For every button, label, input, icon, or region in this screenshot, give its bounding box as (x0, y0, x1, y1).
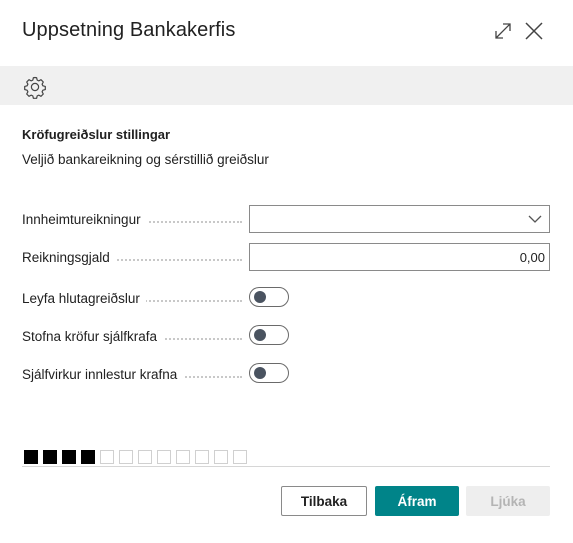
field-label: Reikningsgjald (22, 250, 242, 265)
progress-step (24, 450, 38, 464)
section-subtitle: Veljið bankareikning og sérstillið greið… (22, 152, 269, 167)
field-auto-create-claims: Stofna kröfur sjálfkrafa (22, 322, 550, 350)
toolbar (0, 66, 573, 105)
allow-partial-payments-toggle[interactable] (249, 287, 289, 307)
wizard-progress (24, 450, 247, 464)
gear-icon[interactable] (22, 74, 48, 100)
field-collection-account: Innheimtureikningur (22, 205, 550, 233)
expand-icon[interactable] (492, 20, 514, 42)
field-allow-partial-payments: Leyfa hlutagreiðslur (22, 284, 550, 312)
field-invoice-fee: Reikningsgjald 0,00 (22, 243, 550, 271)
back-button[interactable]: Tilbaka (281, 486, 367, 516)
divider (22, 466, 550, 467)
finish-button[interactable]: Ljúka (466, 486, 550, 516)
progress-step (100, 450, 114, 464)
auto-import-claims-toggle[interactable] (249, 363, 289, 383)
chevron-down-icon[interactable] (528, 212, 542, 226)
progress-step (43, 450, 57, 464)
progress-step (176, 450, 190, 464)
progress-step (81, 450, 95, 464)
section-title: Kröfugreiðslur stillingar (22, 127, 171, 142)
invoice-fee-input[interactable]: 0,00 (249, 243, 550, 271)
progress-step (157, 450, 171, 464)
progress-step (138, 450, 152, 464)
setup-dialog: Uppsetning Bankakerfis Kröfugreiðslur st… (0, 0, 573, 543)
field-label: Innheimtureikningur (22, 212, 242, 227)
dialog-title: Uppsetning Bankakerfis (22, 19, 236, 41)
auto-create-claims-toggle[interactable] (249, 325, 289, 345)
input-value: 0,00 (519, 250, 545, 265)
field-label: Leyfa hlutagreiðslur (22, 291, 242, 306)
progress-step (195, 450, 209, 464)
field-label: Stofna kröfur sjálfkrafa (22, 329, 242, 344)
progress-step (233, 450, 247, 464)
close-icon[interactable] (523, 20, 545, 42)
field-auto-import-claims: Sjálfvirkur innlestur krafna (22, 360, 550, 388)
progress-step (62, 450, 76, 464)
progress-step (119, 450, 133, 464)
field-label: Sjálfvirkur innlestur krafna (22, 367, 242, 382)
progress-step (214, 450, 228, 464)
next-button[interactable]: Áfram (375, 486, 459, 516)
collection-account-select[interactable] (249, 205, 550, 233)
